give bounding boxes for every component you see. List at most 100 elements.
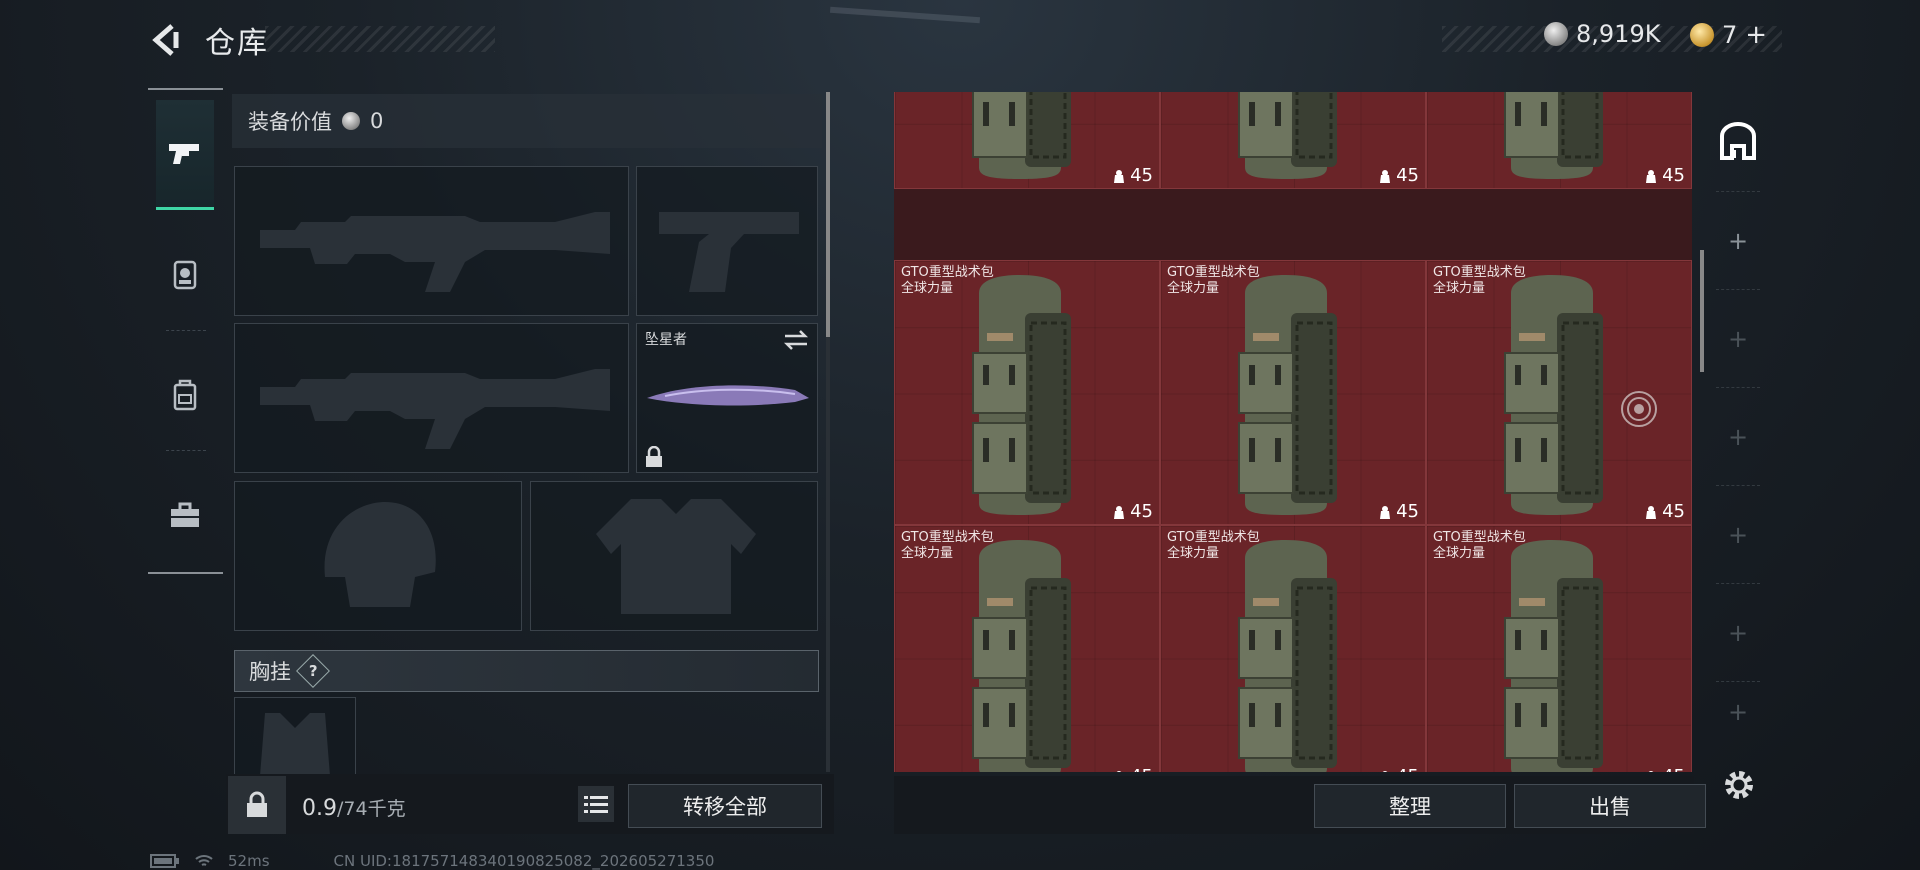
item-weight-badge: 45	[1644, 165, 1685, 186]
storage-tab-add[interactable]: +	[1716, 584, 1760, 682]
knife-icon	[647, 385, 809, 406]
backpack-item-icon	[1238, 92, 1337, 179]
item-weight-badge: 45	[1112, 766, 1153, 772]
storage-item-cell[interactable]: GTO重型战术包全球力量 45	[894, 260, 1160, 525]
backpack-item-icon	[972, 540, 1071, 772]
weight-lock-button[interactable]	[228, 776, 286, 834]
back-button[interactable]	[148, 22, 184, 58]
storage-item-cell[interactable]: GTO重型战术包全球力量 45	[894, 525, 1160, 772]
item-weight-badge: 45	[1644, 766, 1685, 772]
ping-readout: 52ms	[228, 852, 270, 870]
storage-tab-add[interactable]: +	[1716, 290, 1760, 388]
item-weight-badge: 45	[1378, 501, 1419, 522]
storage-item-cell[interactable]: GTO重型战术包全球力量 45	[1426, 525, 1692, 772]
melee-slot[interactable]: 坠星者	[636, 323, 818, 473]
weight-current: 0.9	[302, 796, 337, 821]
helmet-silhouette-icon	[324, 502, 436, 607]
back-arrow-icon	[152, 24, 179, 56]
melee-name: 坠星者	[645, 332, 687, 348]
ceiling-light	[829, 6, 981, 24]
gold-currency[interactable]: 7 +	[1690, 20, 1767, 50]
storage-item-cell[interactable]: 45	[1426, 92, 1692, 189]
weight-icon	[1114, 505, 1125, 519]
tab-equipment[interactable]	[156, 220, 214, 330]
backpack-icon	[173, 379, 197, 411]
helmet-icon	[173, 260, 197, 290]
storage-scrollbar[interactable]	[1700, 250, 1704, 372]
storage-tab-main[interactable]	[1716, 92, 1760, 192]
storage-grid: 45 45 45 GTO重型战术包 全球力量 45 GTO重型战术包 全球力量 45 G…	[894, 92, 1692, 772]
storage-item-cell[interactable]: GTO重型战术包全球力量 45	[1160, 525, 1426, 772]
vest-silhouette-icon	[596, 499, 756, 614]
tab-backpack[interactable]	[156, 340, 214, 450]
sidearm-slot[interactable]	[636, 166, 818, 316]
item-weight-badge: 45	[1644, 501, 1685, 522]
storage-item-cell[interactable]: GTO重型战术包全球力量 45	[1160, 260, 1426, 525]
storage-tab-add[interactable]: +	[1716, 192, 1760, 290]
title-decoration	[265, 26, 495, 52]
target-marker-icon[interactable]	[1619, 389, 1659, 429]
silver-coin-icon	[1544, 22, 1568, 46]
storage-item-cell[interactable]: GTO重型战术包全球力量 45	[1426, 260, 1692, 525]
item-name-label: GTO重型战术包 全球力量	[1167, 530, 1260, 561]
tab-supplies[interactable]	[156, 460, 214, 570]
battery-icon	[150, 854, 179, 868]
sell-button[interactable]: 出售	[1514, 784, 1706, 828]
chest-rig-label: 胸挂	[249, 660, 291, 684]
status-bar: 52ms CN UID:18175714834019082508​2_20260…	[150, 852, 714, 870]
item-name-label: GTO重型战术包 全球力量	[1433, 530, 1526, 561]
gold-coin-icon	[1690, 23, 1714, 47]
storage-item-cell[interactable]: 45	[894, 92, 1160, 189]
weight-icon	[1380, 505, 1391, 519]
silver-amount: 8,919K	[1576, 20, 1661, 48]
help-button[interactable]: ?	[296, 654, 330, 688]
weight-icon	[1380, 169, 1391, 183]
list-view-button[interactable]	[578, 786, 614, 822]
armor-slot[interactable]	[530, 481, 818, 631]
backpack-item-icon	[1238, 540, 1337, 772]
chest-rig-header: 胸挂 ?	[234, 650, 819, 692]
item-name-label: GTO重型战术包 全球力量	[1433, 265, 1526, 296]
list-icon	[584, 796, 608, 813]
storage-item-cell[interactable]: 45	[1160, 92, 1426, 189]
sort-button[interactable]: 整理	[1314, 784, 1506, 828]
weight-icon	[1648, 770, 1654, 772]
item-weight-badge: 45	[1378, 766, 1419, 772]
storage-tab-add[interactable]: +	[1716, 682, 1760, 742]
swap-icon[interactable]	[783, 330, 809, 350]
settings-gear-icon[interactable]	[1722, 768, 1756, 802]
backpack-item-icon	[972, 275, 1071, 515]
backpack-item-icon	[972, 92, 1071, 179]
primary-weapon-slot[interactable]	[234, 166, 629, 316]
item-name-label: GTO重型战术包 全球力量	[901, 530, 994, 561]
backpack-item-icon	[1238, 275, 1337, 515]
chest-rig-slot[interactable]	[234, 697, 356, 776]
secondary-weapon-slot[interactable]	[234, 323, 629, 473]
rifle-silhouette-icon	[260, 212, 610, 292]
gold-add-button[interactable]: +	[1745, 20, 1767, 50]
transfer-all-button[interactable]: 转移全部	[628, 784, 822, 828]
pistol-silhouette-icon	[659, 212, 799, 292]
tab-weapons[interactable]	[156, 100, 214, 210]
weight-max: /74千克	[337, 798, 406, 820]
silver-currency: 8,919K	[1544, 20, 1660, 48]
item-name-label: GTO重型战术包 全球力量	[901, 265, 994, 296]
page-title: 仓库	[205, 26, 269, 61]
weight-icon	[1646, 505, 1657, 519]
category-tabs	[148, 88, 223, 574]
storage-tab-add[interactable]: +	[1716, 388, 1760, 486]
weight-icon	[1646, 169, 1657, 183]
helmet-slot[interactable]	[234, 481, 522, 631]
backpack-item-icon	[1504, 92, 1603, 179]
silver-coin-icon	[342, 112, 360, 130]
backpack-item-icon	[1504, 540, 1603, 772]
storage-tab-add[interactable]: +	[1716, 486, 1760, 584]
lock-icon	[646, 446, 662, 467]
loadout-scrollbar[interactable]	[826, 92, 830, 772]
storage-arch-icon	[1720, 121, 1756, 160]
pistol-icon	[169, 143, 199, 164]
weight-icon	[1114, 169, 1125, 183]
item-name-label: GTO重型战术包 全球力量	[1167, 265, 1260, 296]
equipment-value-bar: 装备价值 0	[232, 94, 822, 148]
uid-text: CN UID:18175714834019082508​2_2026052713…	[333, 852, 715, 870]
